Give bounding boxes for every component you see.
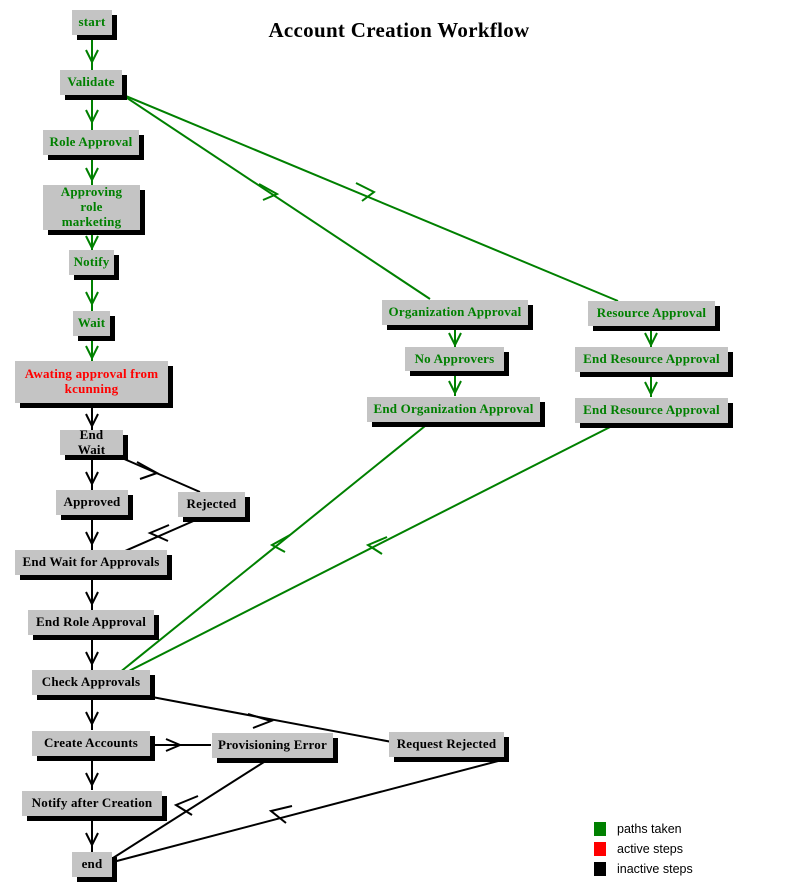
node-layer: start Validate Role Approval Approving r… (0, 0, 810, 888)
legend-item-active-steps: active steps (594, 839, 693, 859)
node-wait[interactable]: Wait (73, 311, 110, 336)
node-notify-after-creation[interactable]: Notify after Creation (22, 791, 162, 816)
workflow-diagram: Account Creation Workflow start Validate… (0, 0, 810, 888)
node-rejected[interactable]: Rejected (178, 492, 245, 517)
legend-swatch-green (594, 822, 606, 836)
node-end-resource-approval-1[interactable]: End Resource Approval (575, 347, 728, 372)
legend-swatch-black (594, 862, 606, 876)
legend-label-active-steps: active steps (617, 842, 684, 856)
legend: paths taken active steps inactive steps (594, 819, 693, 879)
node-organization-approval[interactable]: Organization Approval (382, 300, 528, 325)
node-provisioning-error[interactable]: Provisioning Error (212, 733, 333, 758)
legend-item-inactive-steps: inactive steps (594, 859, 693, 879)
node-create-accounts[interactable]: Create Accounts (32, 731, 150, 756)
node-end-wait[interactable]: End Wait (60, 427, 123, 456)
node-notify[interactable]: Notify (69, 250, 114, 275)
page-title: Account Creation Workflow (0, 18, 810, 43)
node-no-approvers[interactable]: No Approvers (405, 347, 504, 371)
node-request-rejected[interactable]: Request Rejected (389, 732, 504, 757)
node-approved[interactable]: Approved (56, 490, 128, 515)
node-end-wait-for-approvals[interactable]: End Wait for Approvals (15, 550, 167, 575)
legend-swatch-red (594, 842, 606, 856)
legend-label-inactive-steps: inactive steps (617, 862, 693, 876)
node-end-resource-approval-2[interactable]: End Resource Approval (575, 398, 728, 423)
page-title-text: Account Creation Workflow (268, 18, 530, 42)
node-check-approvals[interactable]: Check Approvals (32, 670, 150, 695)
legend-label-paths-taken: paths taken (617, 822, 682, 836)
node-validate[interactable]: Validate (60, 70, 122, 95)
node-end-role-approval[interactable]: End Role Approval (28, 610, 154, 635)
legend-item-paths-taken: paths taken (594, 819, 693, 839)
node-resource-approval[interactable]: Resource Approval (588, 301, 715, 326)
node-end[interactable]: end (72, 852, 112, 877)
node-approving-role-marketing[interactable]: Approving role marketing (43, 184, 140, 230)
node-awaiting-approval[interactable]: Awating approval from kcunning (15, 361, 168, 403)
node-end-organization-approval[interactable]: End Organization Approval (367, 397, 540, 422)
node-role-approval[interactable]: Role Approval (43, 130, 139, 155)
